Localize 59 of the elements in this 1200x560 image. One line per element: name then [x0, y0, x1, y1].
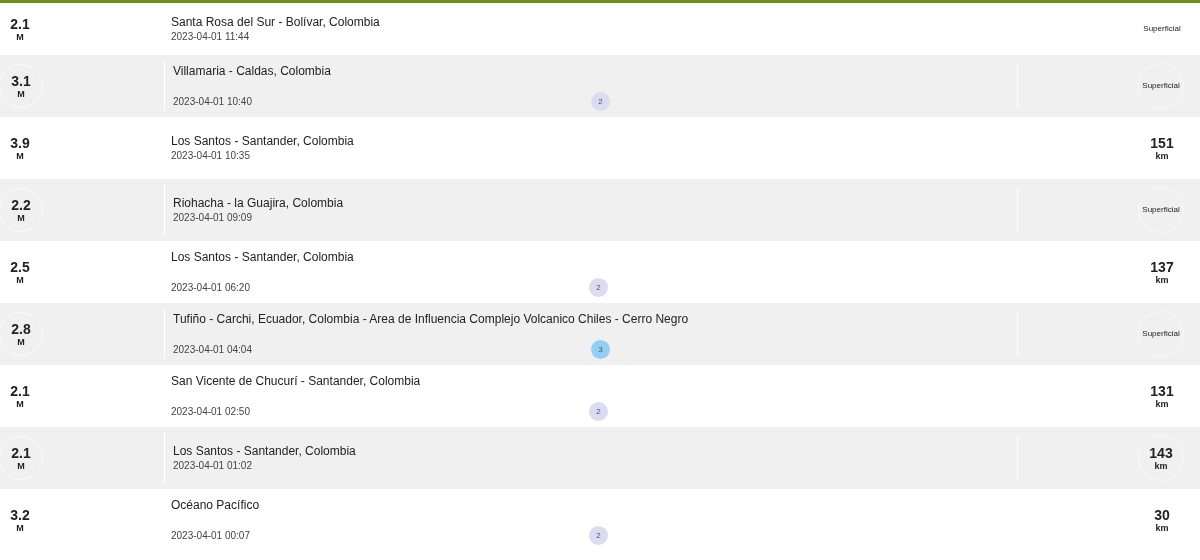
- magnitude-value: 3.9: [10, 134, 30, 151]
- event-time: 2023-04-01 11:44: [171, 30, 251, 44]
- magnitude-value: 2.1: [11, 444, 31, 461]
- magnitude-unit: M: [17, 336, 25, 348]
- event-time: 2023-04-01 09:09: [173, 211, 253, 225]
- count-badge: 2: [589, 278, 608, 297]
- count-badge: 2: [589, 402, 608, 421]
- magnitude-unit: M: [17, 212, 25, 224]
- count-badge: 3: [591, 340, 610, 359]
- magnitude-unit: M: [17, 88, 25, 100]
- depth-unit: km: [1155, 398, 1169, 410]
- event-row[interactable]: 2.1 M Los Santos - Santander, Colombia 2023-04-01 01:02 143 km: [0, 427, 1200, 489]
- count-badge: 2: [591, 92, 610, 111]
- magnitude-value: 2.5: [10, 258, 30, 275]
- magnitude-unit: M: [16, 398, 24, 410]
- magnitude-value: 2.1: [10, 382, 30, 399]
- place-name: Santa Rosa del Sur - Bolívar, Colombia: [171, 14, 381, 30]
- magnitude-unit: M: [17, 460, 25, 472]
- magnitude-value: 2.1: [10, 15, 30, 32]
- depth-value: 137: [1150, 258, 1174, 275]
- event-time: 2023-04-01 00:07: [171, 528, 251, 543]
- magnitude-value: 3.1: [11, 72, 31, 89]
- event-time: 2023-04-01 06:20: [171, 280, 251, 295]
- place-name: Océano Pacífico: [171, 497, 261, 513]
- place-name: Los Santos - Santander, Colombia: [171, 133, 355, 149]
- depth-value: 30: [1154, 506, 1170, 523]
- magnitude-value: 2.8: [11, 320, 31, 337]
- depth-value: 131: [1150, 382, 1174, 399]
- event-time: 2023-04-01 10:35: [171, 149, 251, 163]
- place-name: Tufiño - Carchi, Ecuador, Colombia - Area de Influencia Complejo Volcanico Chiles - Cerro Negro: [173, 311, 689, 327]
- magnitude-unit: M: [16, 274, 24, 286]
- depth-value: 143: [1149, 444, 1173, 461]
- magnitude-unit: M: [16, 522, 24, 534]
- depth-unit: km: [1155, 522, 1169, 534]
- place-name: Riohacha - la Guajira, Colombia: [173, 195, 345, 211]
- depth-label: Superficial: [1142, 81, 1180, 91]
- depth-value: 151: [1150, 134, 1174, 151]
- magnitude-unit: M: [16, 31, 24, 43]
- event-row[interactable]: 2.2 M Riohacha - la Guajira, Colombia 2023-04-01 09:09 Superficial: [0, 179, 1200, 241]
- depth-label: Superficial: [1142, 329, 1180, 339]
- place-name: San Vicente de Chucurí - Santander, Colombia: [171, 373, 422, 389]
- depth-label: Superficial: [1143, 24, 1181, 34]
- event-row[interactable]: 3.1 M Villamaria - Caldas, Colombia 2023-04-01 10:40 2 Superficial: [0, 55, 1200, 117]
- event-row[interactable]: 2.8 M Tufiño - Carchi, Ecuador, Colombia - Area de Influencia Complejo Volcanico Chiles - Cerro Negro 2023-04-01 04:04 3 Superficial: [0, 303, 1200, 365]
- magnitude-unit: M: [16, 150, 24, 162]
- depth-unit: km: [1155, 274, 1169, 286]
- place-name: Los Santos - Santander, Colombia: [171, 249, 355, 265]
- count-badge: 2: [589, 526, 608, 545]
- event-time: 2023-04-01 02:50: [171, 404, 251, 419]
- magnitude-value: 3.2: [10, 506, 30, 523]
- place-name: Los Santos - Santander, Colombia: [173, 443, 357, 459]
- event-time: 2023-04-01 01:02: [173, 459, 253, 473]
- magnitude-value: 2.2: [11, 196, 31, 213]
- event-time: 2023-04-01 10:40: [173, 94, 253, 109]
- place-name: Villamaria - Caldas, Colombia: [173, 63, 332, 79]
- depth-label: Superficial: [1142, 205, 1180, 215]
- depth-unit: km: [1154, 460, 1168, 472]
- depth-unit: km: [1155, 150, 1169, 162]
- event-time: 2023-04-01 04:04: [173, 342, 253, 357]
